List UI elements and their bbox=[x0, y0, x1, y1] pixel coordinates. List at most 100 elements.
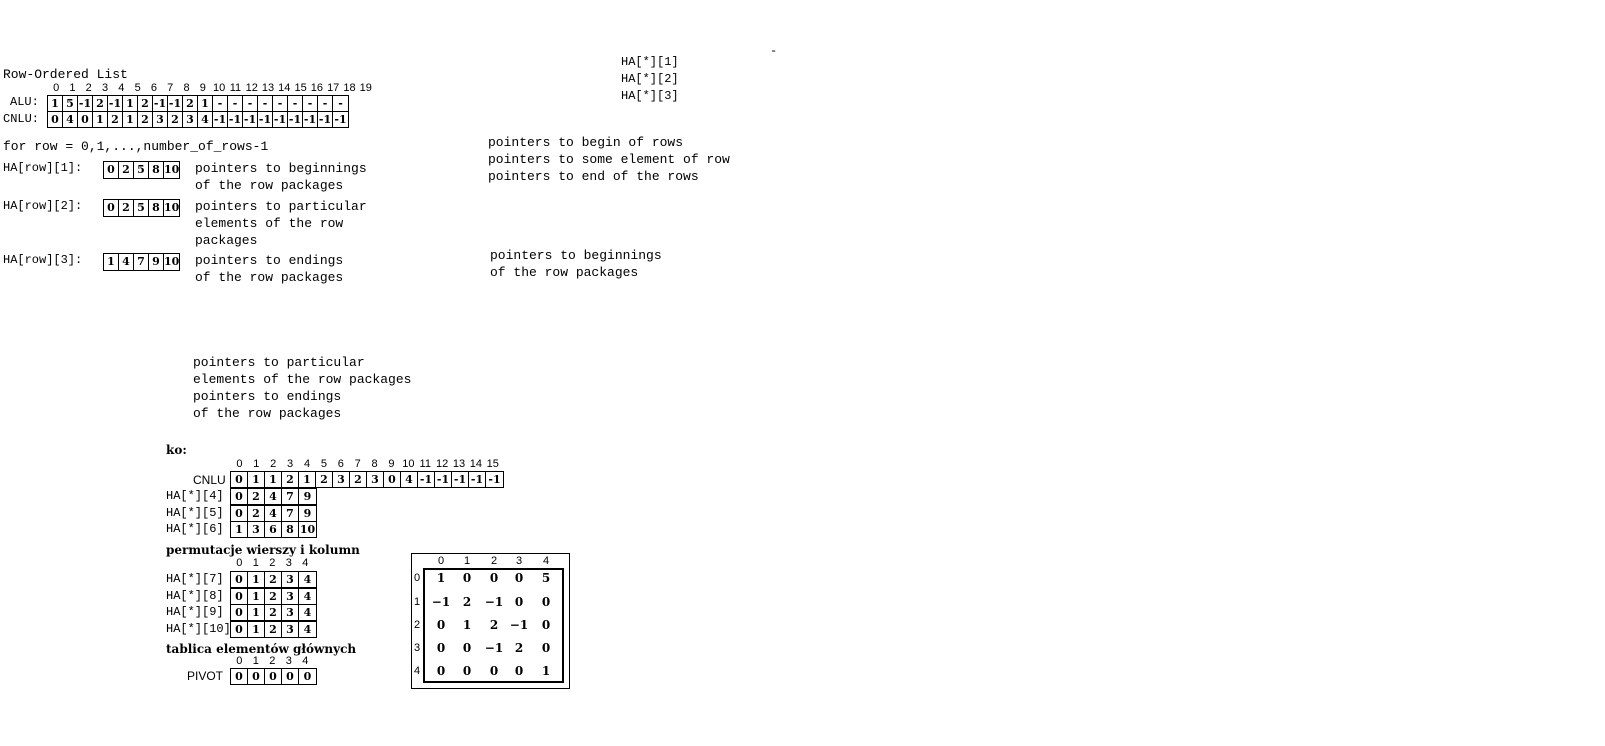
cnlu-cell-4: 2 bbox=[108, 112, 123, 127]
ha2-description: pointers to particular elements of the r… bbox=[195, 199, 367, 248]
ha7-cell-3: 3 bbox=[282, 572, 299, 587]
ha8-cell-2: 2 bbox=[265, 589, 282, 604]
cnlu2-cell-0: 0 bbox=[231, 472, 248, 487]
cnlu2-cell-13: -1 bbox=[452, 472, 469, 487]
top_index-index-3: 3 bbox=[101, 82, 109, 94]
ha1-cell-2: 5 bbox=[134, 162, 149, 178]
ha3-cell-2: 7 bbox=[134, 254, 149, 270]
matrix-cell-3-4: 0 bbox=[541, 641, 551, 655]
ha5-cell-0: 0 bbox=[231, 506, 248, 521]
five_index-index-3: 3 bbox=[285, 655, 292, 667]
ha1-label: HA[row][1]: bbox=[3, 161, 83, 175]
cnlu-cell-6: 2 bbox=[138, 112, 153, 127]
perm-title: permutacje wierszy i kolumn bbox=[166, 543, 360, 557]
ha5-array: 02479 bbox=[230, 505, 317, 522]
ha1-array: 0 2 5 8 10 bbox=[103, 161, 180, 179]
cnlu2-cell-10: 4 bbox=[401, 472, 418, 487]
cnlu2-cell-1: 1 bbox=[248, 472, 265, 487]
top_index-index-7: 7 bbox=[167, 82, 174, 94]
second_index-index-2: 2 bbox=[270, 458, 277, 470]
alu-index-row: 0 1 2 3 4 5 6 7 8 9 10 11 12 13 14 15 16 17 18 19 bbox=[48, 82, 374, 94]
ha1-cell-0: 0 bbox=[104, 162, 119, 178]
ha6-cell-3: 8 bbox=[282, 522, 299, 537]
ha9-cell-3: 3 bbox=[282, 605, 299, 620]
ha4-cell-0: 0 bbox=[231, 489, 248, 504]
cnlu-cell-1: 4 bbox=[63, 112, 78, 127]
cnlu-cell-10: 4 bbox=[198, 112, 213, 127]
ha9-cell-0: 0 bbox=[231, 605, 248, 620]
cnlu-cell-19: -1 bbox=[334, 113, 347, 126]
matrix-col-header-3: 3 bbox=[515, 555, 523, 567]
top_index-index-5: 5 bbox=[134, 82, 141, 94]
matrix-row-header-1: 1 bbox=[414, 596, 421, 608]
cnlu-cell-17: -1 bbox=[303, 112, 318, 127]
ha1-cell-1: 2 bbox=[119, 162, 134, 178]
cnlu2-cell-7: 2 bbox=[350, 472, 367, 487]
alu-cell-6: 2 bbox=[138, 96, 153, 111]
alu-cell-11: - bbox=[213, 96, 228, 111]
alu-cell-12: - bbox=[228, 96, 243, 111]
second_index-index-4: 4 bbox=[303, 458, 311, 470]
ha6-cell-0: 1 bbox=[231, 522, 248, 537]
ko-label: ko: bbox=[166, 443, 187, 457]
matrix-cell-2-4: 0 bbox=[541, 618, 551, 632]
alu-cell-18: - bbox=[318, 96, 333, 111]
ha2-label: HA[row][2]: bbox=[3, 199, 83, 213]
top_index-index-11: 11 bbox=[229, 82, 242, 94]
pivot-index-row: 01234 bbox=[231, 655, 314, 667]
cnlu2-cell-5: 2 bbox=[316, 472, 333, 487]
second_index-index-5: 5 bbox=[320, 458, 327, 470]
ha4-cell-2: 4 bbox=[265, 489, 282, 504]
pivot-cell-1: 0 bbox=[248, 669, 265, 684]
ha1-cell-4: 10 bbox=[164, 163, 179, 176]
matrix-row-header-0: 0 bbox=[414, 572, 421, 584]
cnlu-array: 0 4 0 1 2 1 2 3 2 3 4 -1 -1 -1 -1 -1 -1 -1 -1 -1 bbox=[47, 111, 349, 128]
ha8-cell-1: 1 bbox=[248, 589, 265, 604]
five_index-index-0: 0 bbox=[236, 557, 243, 569]
ha8-cell-0: 0 bbox=[231, 589, 248, 604]
ha5-cell-4: 9 bbox=[303, 507, 312, 520]
matrix-cell-1-0: −1 bbox=[431, 595, 451, 609]
five_index-index-4: 4 bbox=[302, 557, 309, 569]
ha6-label: HA[*][6] bbox=[166, 522, 224, 536]
ha10-cell-2: 2 bbox=[265, 622, 282, 637]
cnlu-cell-11: -1 bbox=[213, 112, 228, 127]
matrix-cell-1-2: −1 bbox=[484, 595, 504, 609]
ha10-cell-3: 3 bbox=[282, 622, 299, 637]
ha2-cell-4: 10 bbox=[164, 201, 179, 214]
cnlu2-cell-14: -1 bbox=[469, 472, 486, 487]
second_index-index-7: 7 bbox=[354, 458, 361, 470]
top_index-index-9: 9 bbox=[199, 82, 206, 94]
top_index-index-8: 8 bbox=[183, 82, 190, 94]
ha10-label: HA[*][10] bbox=[166, 622, 231, 636]
top_index-index-12: 12 bbox=[245, 82, 258, 94]
top_index-index-17: 17 bbox=[327, 82, 340, 94]
five_index-index-1: 1 bbox=[252, 557, 259, 569]
five_index-index-2: 2 bbox=[269, 655, 276, 667]
alu-cell-7: -1 bbox=[153, 96, 168, 111]
matrix-cell-2-3: −1 bbox=[509, 618, 529, 632]
ha3-cell-3: 9 bbox=[149, 254, 164, 270]
ha3-cell-4: 10 bbox=[164, 255, 179, 268]
perm-index-row: 01234 bbox=[231, 557, 314, 569]
matrix-row-header-4: 4 bbox=[414, 665, 421, 677]
alu-cell-8: -1 bbox=[168, 96, 183, 111]
ha6-cell-1: 3 bbox=[248, 522, 265, 537]
ha8-array: 01234 bbox=[230, 588, 317, 605]
second_index-index-6: 6 bbox=[337, 458, 344, 470]
ha7-cell-1: 1 bbox=[248, 572, 265, 587]
top_index-index-19: 19 bbox=[359, 82, 372, 94]
cnlu2-label: CNLU bbox=[193, 473, 226, 487]
pivot-cell-2: 0 bbox=[265, 669, 282, 684]
pivot-cell-4: 0 bbox=[303, 670, 312, 683]
second_index-index-13: 13 bbox=[452, 458, 466, 470]
cnlu2-array: 0 1 1 2 1 2 3 2 3 0 4 -1 -1 -1 -1 -1 bbox=[230, 471, 504, 488]
matrix-cell-3-3: 2 bbox=[514, 641, 524, 655]
matrix-cell-4-1: 0 bbox=[462, 664, 472, 678]
right-begin-text: pointers to beginnings of the row packag… bbox=[490, 248, 662, 280]
matrix-cell-4-3: 0 bbox=[514, 664, 524, 678]
second_index-index-3: 3 bbox=[287, 458, 294, 470]
cnlu-cell-12: -1 bbox=[228, 112, 243, 127]
cnlu2-cell-6: 3 bbox=[333, 472, 350, 487]
cnlu-cell-8: 2 bbox=[168, 112, 183, 127]
